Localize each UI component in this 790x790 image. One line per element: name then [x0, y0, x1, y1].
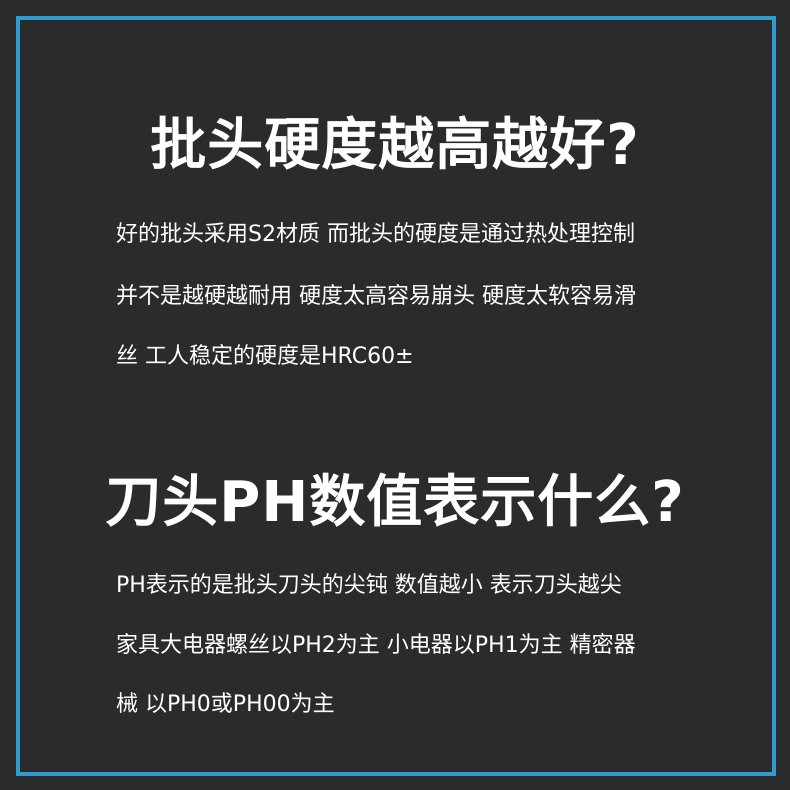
section1-line-2: 并不是越硬越耐用 硬度太高容易崩头 硬度太软容易滑 — [116, 284, 636, 309]
section1-title: 批头硬度越高越好? — [150, 113, 640, 178]
section2-title: 刀头PH数值表示什么? — [105, 470, 685, 535]
section2-line-2: 家具大电器螺丝以PH2为主 小电器以PH1为主 精密器 — [116, 633, 636, 658]
section2-line-3: 械 以PH0或PH00为主 — [116, 692, 335, 717]
section2-line-1: PH表示的是批头刀头的尖钝 数值越小 表示刀头越尖 — [116, 573, 622, 598]
section1-line-1: 好的批头采用S2材质 而批头的硬度是通过热处理控制 — [116, 222, 635, 247]
section1-line-3: 丝 工人稳定的硬度是HRC60± — [116, 344, 414, 369]
